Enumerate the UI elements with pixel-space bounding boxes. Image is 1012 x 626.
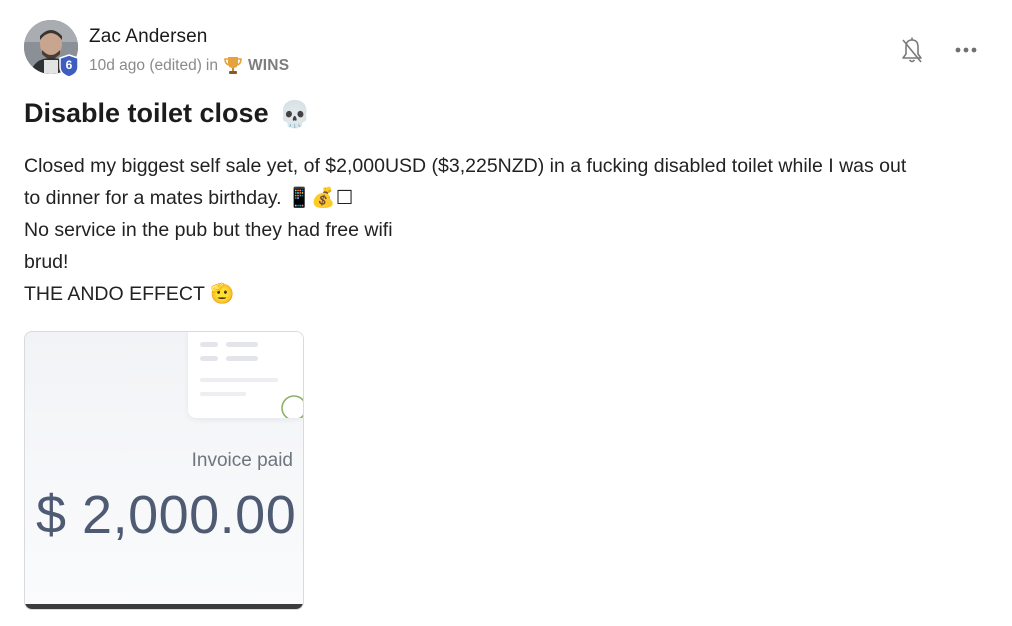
body-line: THE ANDO EFFECT 🫡 <box>24 283 235 305</box>
invoice-document-graphic <box>188 332 303 421</box>
post-body: Closed my biggest self sale yet, of $2,0… <box>24 150 994 310</box>
post-title-text: Disable toilet close <box>24 98 269 128</box>
level-badge: 6 <box>58 54 80 78</box>
level-number: 6 <box>65 58 73 72</box>
trophy-icon <box>222 56 244 76</box>
invoice-status: Invoice paid <box>191 450 293 471</box>
category-link[interactable]: WINS <box>248 57 289 75</box>
body-line: No service in the pub but they had free … <box>24 219 393 241</box>
post-meta: 10d ago (edited) in WINS <box>89 56 289 76</box>
more-horizontal-icon[interactable] <box>953 38 979 62</box>
skull-emoji: 💀 <box>278 98 311 129</box>
post-header: 6 Zac Andersen 10d ago (edited) in WINS <box>24 20 988 78</box>
body-line: brud! <box>24 251 69 273</box>
in-label: in <box>205 57 218 74</box>
author-name[interactable]: Zac Andersen <box>89 26 207 48</box>
body-line: to dinner for a mates birthday. 📱💰☐ <box>24 187 354 209</box>
attachment-bottom-bar <box>25 604 303 609</box>
invoice-amount: $ 2,000.00 <box>36 485 297 545</box>
bell-off-icon[interactable] <box>900 36 924 66</box>
image-attachment[interactable]: Invoice paid $ 2,000.00 <box>24 331 304 610</box>
body-line: Closed my biggest self sale yet, of $2,0… <box>24 155 907 177</box>
post-title: Disable toilet close 💀 <box>24 98 311 129</box>
post-time[interactable]: 10d ago (edited) <box>89 57 202 75</box>
avatar-container[interactable]: 6 <box>24 20 79 78</box>
